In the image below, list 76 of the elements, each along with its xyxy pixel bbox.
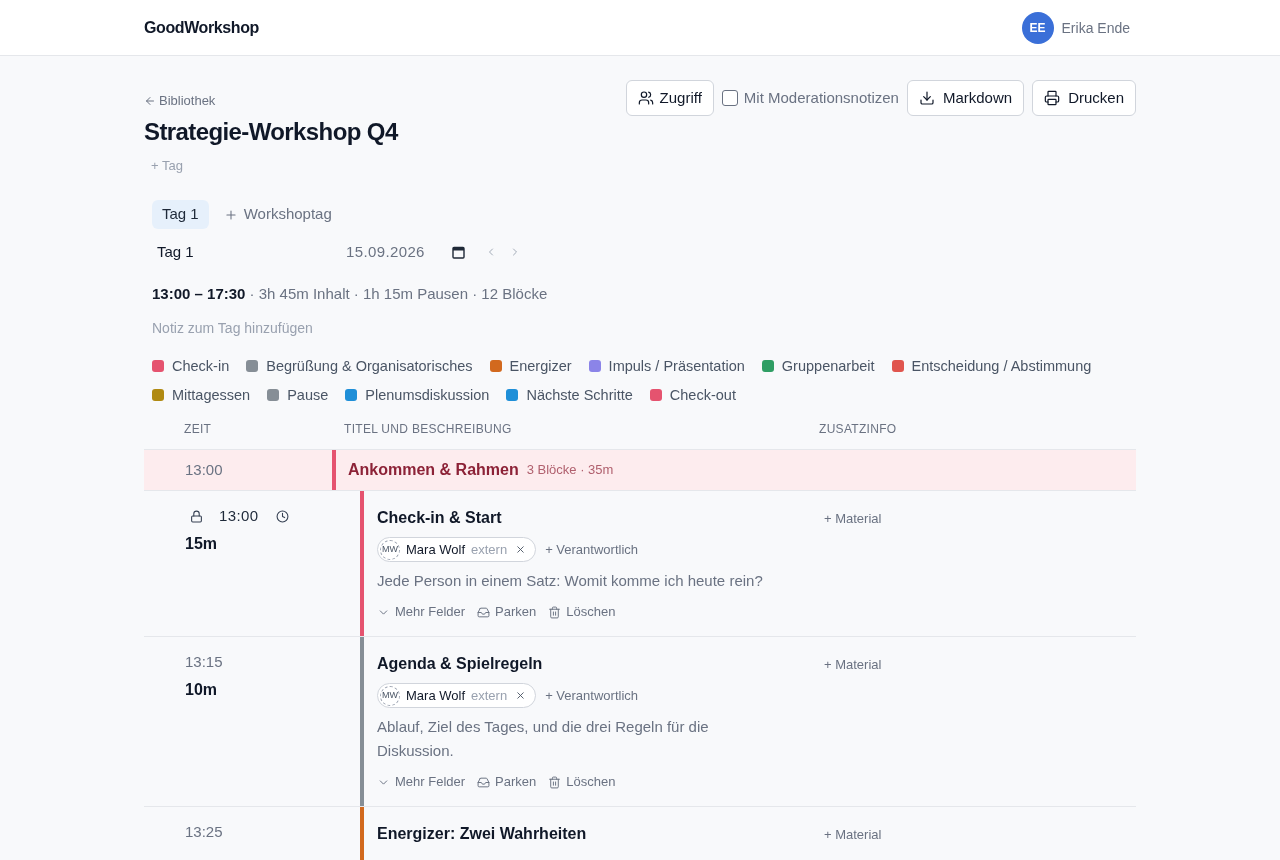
legend-label: Nächste Schritte [526, 386, 633, 405]
calendar-icon[interactable] [451, 245, 465, 259]
more-fields-button[interactable]: Mehr Felder [377, 602, 466, 622]
arrow-left-icon [144, 95, 156, 107]
add-material-button[interactable]: + Material [824, 824, 882, 846]
start-time: 13:15 [185, 651, 223, 672]
legend-label: Plenumsdiskussion [365, 386, 490, 405]
block-title[interactable]: Agenda & Spielregeln [377, 652, 819, 676]
duration: 15m [185, 534, 219, 554]
day-summary: 13:00 – 17:30 · 3h 45m Inhalt · 1h 15m Pausen · 12 Blöcke [151, 284, 549, 304]
legend-label: Energizer [509, 357, 572, 376]
add-material-button[interactable]: + Material [824, 654, 882, 676]
column-header: ZEIT [183, 421, 213, 437]
back-link[interactable]: Bibliothek [144, 91, 398, 111]
legend-label: Impuls / Präsentation [608, 357, 745, 376]
block-title[interactable]: Check-in & Start [377, 506, 819, 530]
add-tag-button[interactable]: + Tag [151, 156, 183, 176]
trash-icon [548, 775, 562, 789]
lock-icon[interactable] [190, 509, 203, 523]
person-chip[interactable]: MW Mara Wolf extern [377, 683, 537, 708]
group-title: Ankommen & Rahmen [347, 460, 519, 480]
date-field[interactable]: 15.09.2026 [346, 240, 465, 264]
day-note-field[interactable]: Notiz zum Tag hinzufügen [152, 318, 552, 338]
add-responsible-button[interactable]: + Verantwortlich [545, 539, 638, 560]
trash-icon [548, 605, 562, 619]
person-name: Mara Wolf [406, 686, 465, 705]
legend-label: Entscheidung / Abstimmung [911, 357, 1092, 376]
person-chip[interactable]: MW Mara Wolf extern [377, 537, 537, 562]
block-title[interactable]: Energizer: Zwei Wahrheiten [377, 822, 819, 846]
markdown-export-button[interactable]: Markdown [906, 80, 1025, 116]
user-avatar[interactable]: EE [1021, 11, 1054, 44]
legend-label: Check-in [172, 357, 230, 376]
group-meta: 3 Blöcke · 35m [525, 461, 614, 480]
access-button[interactable]: Zugriff [625, 80, 714, 116]
block-description[interactable]: Jede Person in einem Satz: Womit komme ich heute rein? [377, 569, 777, 593]
park-button[interactable]: Parken [477, 772, 537, 792]
day-tab[interactable]: Tag 1 [152, 200, 209, 229]
day-name[interactable]: Tag 1 [144, 240, 346, 264]
column-header: TITEL UND BESCHREIBUNG [344, 421, 513, 437]
delete-button[interactable]: Löschen [548, 602, 616, 622]
legend-label: Check-out [669, 386, 736, 405]
remove-icon[interactable] [515, 690, 527, 701]
remove-icon[interactable] [515, 544, 527, 555]
start-time: 13:25 [185, 821, 223, 842]
delete-button[interactable]: Löschen [548, 772, 616, 792]
user-name[interactable]: Erika Ende [1061, 17, 1130, 38]
add-day-button[interactable]: Workshoptag [223, 203, 332, 226]
park-button[interactable]: Parken [477, 602, 537, 622]
legend-label: Mittagessen [172, 386, 251, 405]
person-role: extern [471, 540, 508, 559]
add-material-button[interactable]: + Material [824, 508, 882, 530]
legend-label: Begrüßung & Organisatorisches [266, 357, 473, 376]
legend-label: Gruppenarbeit [781, 357, 875, 376]
brand-name[interactable]: GoodWorkshop [144, 15, 259, 40]
plus-icon [223, 207, 238, 222]
clock-icon[interactable] [276, 509, 290, 523]
users-icon [637, 90, 654, 106]
notes-checkbox-label[interactable]: Mit Moderationsnotizen [743, 86, 899, 110]
duration: 10m [185, 680, 219, 700]
inbox-icon [477, 605, 491, 619]
add-responsible-button[interactable]: + Verantwortlich [545, 685, 638, 706]
legend-label: Pause [287, 386, 329, 405]
download-icon [918, 90, 935, 106]
notes-checkbox[interactable] [721, 90, 738, 106]
column-header: ZUSATZINFO [819, 421, 897, 437]
inbox-icon [477, 775, 491, 789]
more-fields-button[interactable]: Mehr Felder [377, 772, 466, 792]
printer-icon [1044, 90, 1061, 106]
person-name: Mara Wolf [406, 540, 465, 559]
person-role: extern [471, 686, 508, 705]
workshop-title[interactable]: Strategie-Workshop Q4 [144, 116, 398, 148]
block-description[interactable]: Ablauf, Ziel des Tages, und die drei Regeln für die Diskussion. [377, 715, 777, 763]
print-button[interactable]: Drucken [1032, 80, 1136, 116]
group-row[interactable]: 13:00 Ankommen & Rahmen 3 Blöcke · 35m [144, 449, 1136, 490]
start-time: 13:00 [219, 505, 259, 526]
group-start-time: 13:00 [184, 459, 224, 480]
